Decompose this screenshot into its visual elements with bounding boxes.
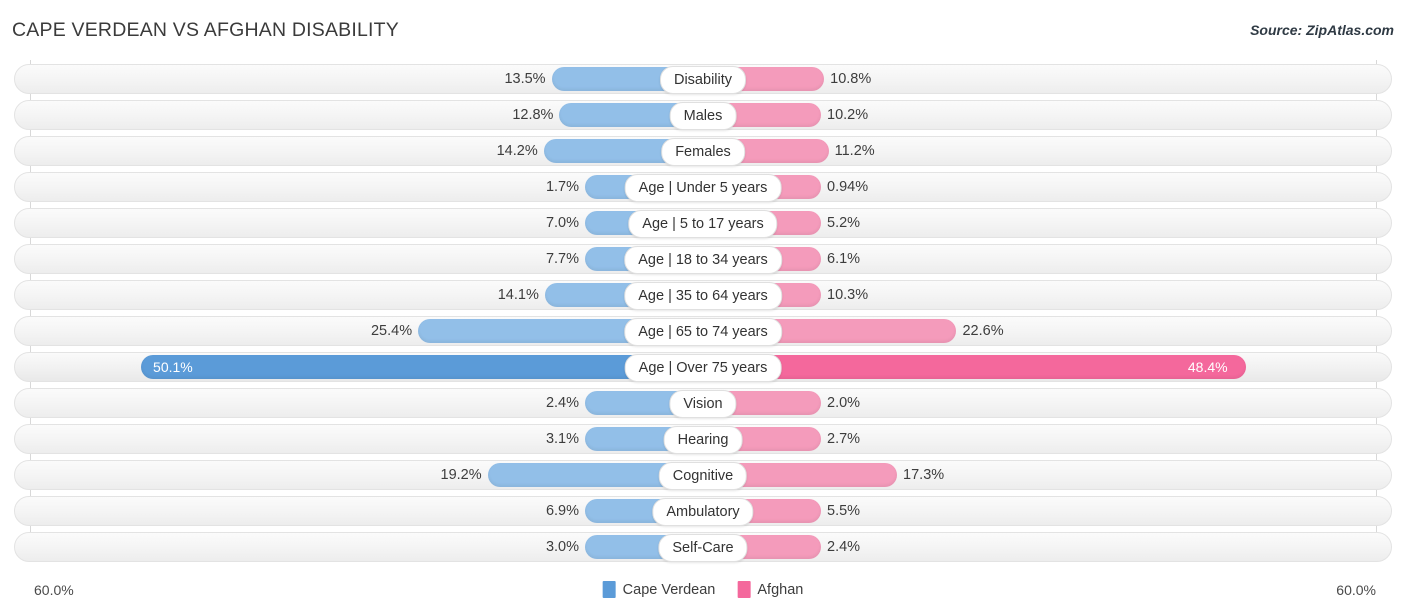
table-row[interactable]: 25.4% 22.6% Age | 65 to 74 years (0, 316, 1406, 346)
value-label-afghan: 48.4% (1187, 359, 1228, 375)
table-row[interactable]: 1.7% 0.94% Age | Under 5 years (0, 172, 1406, 202)
bar-afghan (703, 355, 1246, 379)
value-label-afghan: 10.2% (827, 107, 869, 123)
table-row[interactable]: 6.9% 5.5% Ambulatory (0, 496, 1406, 526)
table-row[interactable]: 2.4% 2.0% Vision (0, 388, 1406, 418)
value-label-afghan: 2.4% (827, 539, 861, 555)
category-label[interactable]: Females (661, 138, 745, 166)
category-label[interactable]: Self-Care (658, 534, 748, 562)
value-label-afghan: 2.7% (827, 431, 861, 447)
table-row[interactable]: 12.8% 10.2% Males (0, 100, 1406, 130)
value-label-cape-verdean: 7.0% (545, 215, 579, 231)
value-label-afghan: 10.3% (827, 287, 869, 303)
legend-swatch-icon (602, 581, 616, 598)
value-label-cape-verdean: 12.8% (512, 107, 554, 123)
value-label-afghan: 2.0% (827, 395, 861, 411)
table-row[interactable]: 3.0% 2.4% Self-Care (0, 532, 1406, 562)
legend-label: Cape Verdean (622, 581, 716, 598)
value-label-cape-verdean: 19.2% (440, 467, 482, 483)
source-attribution: Source: ZipAtlas.com (1250, 22, 1394, 38)
table-row[interactable]: 14.2% 11.2% Females (0, 136, 1406, 166)
legend-swatch-icon (737, 581, 751, 598)
category-label[interactable]: Males (669, 102, 737, 130)
category-label[interactable]: Vision (669, 390, 737, 418)
legend-item[interactable]: Afghan (737, 581, 803, 598)
category-label[interactable]: Hearing (663, 426, 743, 454)
value-label-cape-verdean: 50.1% (153, 359, 193, 375)
category-label[interactable]: Ambulatory (652, 498, 754, 526)
value-label-afghan: 22.6% (962, 323, 1004, 339)
category-label[interactable]: Age | 5 to 17 years (628, 210, 778, 238)
table-row[interactable]: 50.1% 48.4% Age | Over 75 years (0, 352, 1406, 382)
table-row[interactable]: 3.1% 2.7% Hearing (0, 424, 1406, 454)
value-label-afghan: 10.8% (830, 71, 872, 87)
value-label-cape-verdean: 3.1% (545, 431, 579, 447)
table-row[interactable]: 7.7% 6.1% Age | 18 to 34 years (0, 244, 1406, 274)
value-label-afghan: 6.1% (827, 251, 861, 267)
value-label-cape-verdean: 14.2% (496, 143, 538, 159)
value-label-afghan: 17.3% (903, 467, 945, 483)
page-title: CAPE VERDEAN VS AFGHAN DISABILITY (12, 19, 399, 41)
table-row[interactable]: 19.2% 17.3% Cognitive (0, 460, 1406, 490)
value-label-afghan: 5.2% (827, 215, 861, 231)
value-label-cape-verdean: 14.1% (497, 287, 539, 303)
chart-footer: 60.0% 60.0% Cape Verdean Afghan (0, 572, 1406, 612)
chart-plot-area: 13.5% 10.8% Disability 12.8% 10.2% Males 14.2%… (0, 60, 1406, 572)
category-label[interactable]: Age | Under 5 years (624, 174, 782, 202)
chart-header: CAPE VERDEAN VS AFGHAN DISABILITY Source… (0, 0, 1406, 60)
category-label[interactable]: Age | 65 to 74 years (624, 318, 782, 346)
bar-cape-verdean (141, 355, 703, 379)
value-label-cape-verdean: 3.0% (545, 539, 579, 555)
table-row[interactable]: 13.5% 10.8% Disability (0, 64, 1406, 94)
bar-rows-container: 13.5% 10.8% Disability 12.8% 10.2% Males 14.2%… (0, 64, 1406, 568)
axis-label-left: 60.0% (34, 582, 74, 598)
value-label-cape-verdean: 6.9% (545, 503, 579, 519)
category-label[interactable]: Age | 35 to 64 years (624, 282, 782, 310)
legend-label: Afghan (757, 581, 804, 598)
value-label-cape-verdean: 2.4% (545, 395, 579, 411)
legend-item[interactable]: Cape Verdean (602, 581, 716, 598)
value-label-afghan: 5.5% (827, 503, 861, 519)
value-label-cape-verdean: 25.4% (370, 323, 413, 339)
table-row[interactable]: 7.0% 5.2% Age | 5 to 17 years (0, 208, 1406, 238)
category-label[interactable]: Cognitive (658, 462, 748, 490)
axis-label-right: 60.0% (1336, 582, 1376, 598)
value-label-cape-verdean: 7.7% (545, 251, 579, 267)
value-label-afghan: 0.94% (827, 179, 869, 195)
category-label[interactable]: Age | 18 to 34 years (624, 246, 782, 274)
value-label-cape-verdean: 1.7% (545, 179, 579, 195)
table-row[interactable]: 14.1% 10.3% Age | 35 to 64 years (0, 280, 1406, 310)
value-label-afghan: 11.2% (834, 143, 875, 159)
value-label-cape-verdean: 13.5% (504, 71, 546, 87)
chart-legend: Cape Verdean Afghan (602, 581, 803, 598)
category-label[interactable]: Age | Over 75 years (624, 354, 782, 382)
category-label[interactable]: Disability (659, 66, 747, 94)
